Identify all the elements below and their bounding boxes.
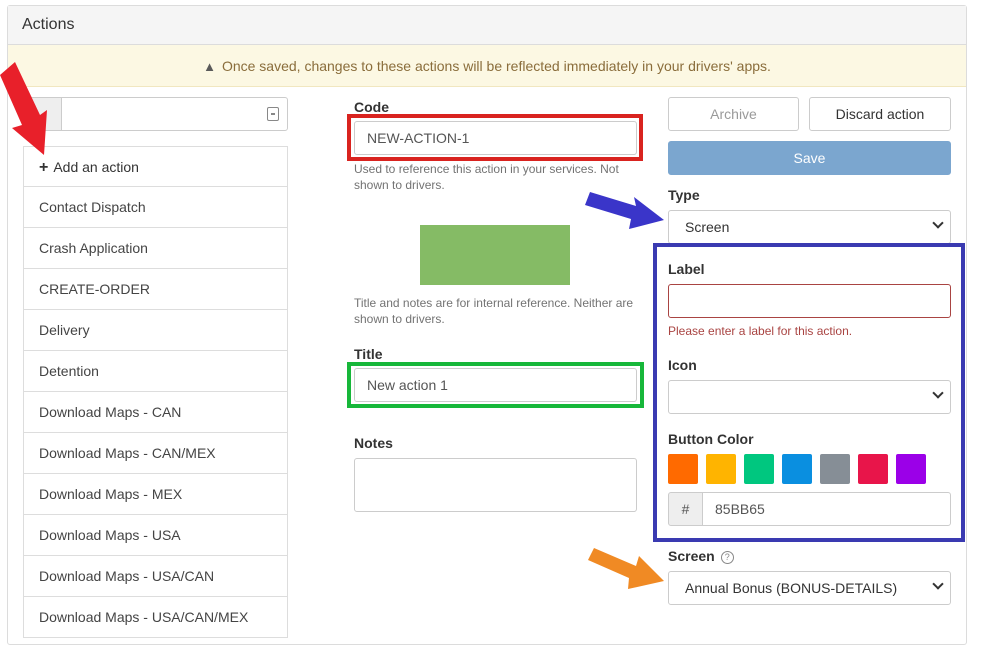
title-input[interactable]: New action 1 [354, 368, 637, 402]
screen-select[interactable]: Annual Bonus (BONUS-DETAILS) [668, 571, 951, 605]
color-swatch-yellow[interactable] [706, 454, 736, 484]
chevron-down-icon [932, 217, 944, 229]
color-swatch-orange[interactable] [668, 454, 698, 484]
color-swatch-green[interactable] [744, 454, 774, 484]
list-item[interactable]: Download Maps - USA/CAN/MEX [23, 597, 288, 638]
action-list: + Add an action Contact Dispatch Crash Ap… [23, 146, 288, 638]
label-input[interactable] [668, 284, 951, 318]
chevron-down-icon [932, 578, 944, 590]
color-swatch-blue[interactable] [782, 454, 812, 484]
label-label: Label [668, 261, 705, 277]
add-action-item[interactable]: + Add an action [23, 146, 288, 187]
list-item[interactable]: Download Maps - MEX [23, 474, 288, 515]
list-item-label: Add an action [53, 159, 139, 175]
list-item[interactable]: Download Maps - CAN [23, 392, 288, 433]
hex-color-input[interactable]: 85BB65 [702, 492, 951, 526]
list-item[interactable]: Download Maps - USA/CAN [23, 556, 288, 597]
discard-action-button[interactable]: Discard action [809, 97, 951, 131]
code-input[interactable]: NEW-ACTION-1 [354, 121, 637, 155]
chevron-down-icon [932, 387, 944, 399]
panel-title: Actions [8, 6, 966, 45]
archive-button[interactable]: Archive [668, 97, 799, 131]
color-swatch-gray[interactable] [820, 454, 850, 484]
search-input[interactable] [62, 98, 259, 130]
plus-icon: + [39, 159, 49, 176]
list-item[interactable]: Detention [23, 351, 288, 392]
warning-icon: ▲ [203, 59, 216, 74]
save-button[interactable]: Save [668, 141, 951, 175]
notes-label: Notes [354, 435, 393, 451]
list-item[interactable]: Crash Application [23, 228, 288, 269]
icon-label: Icon [668, 357, 697, 373]
type-label: Type [668, 187, 700, 203]
save-warning-banner: ▲ Once saved, changes to these actions wi… [8, 45, 966, 87]
list-item[interactable]: Delivery [23, 310, 288, 351]
question-circle-icon[interactable]: ? [720, 551, 734, 564]
button-color-label: Button Color [668, 431, 754, 447]
title-label: Title [354, 346, 383, 362]
list-item[interactable]: Download Maps - CAN/MEX [23, 433, 288, 474]
code-help-text: Used to reference this action in your se… [354, 162, 619, 192]
notes-textarea[interactable] [354, 458, 637, 512]
list-item[interactable]: Download Maps - USA [23, 515, 288, 556]
action-search [24, 97, 288, 131]
list-item[interactable]: Contact Dispatch [23, 187, 288, 228]
warning-text: Once saved, changes to these actions wil… [221, 58, 771, 74]
screen-label-text: Screen [668, 548, 715, 564]
color-swatch-purple[interactable] [896, 454, 926, 484]
internal-help-text: Title and notes are for internal referen… [354, 296, 634, 326]
hex-prefix: # [668, 492, 703, 526]
type-select[interactable]: Screen [668, 210, 951, 244]
icon-select[interactable] [668, 380, 951, 414]
screen-label: Screen? [668, 548, 734, 564]
label-error-text: Please enter a label for this action. [668, 324, 853, 338]
search-addon [25, 98, 62, 130]
code-label: Code [354, 99, 389, 115]
color-preview [420, 225, 570, 285]
contact-card-icon [267, 107, 279, 121]
list-item[interactable]: CREATE-ORDER [23, 269, 288, 310]
screen-selected-value: Annual Bonus (BONUS-DETAILS) [685, 580, 898, 596]
type-selected-value: Screen [685, 219, 730, 235]
color-swatch-red[interactable] [858, 454, 888, 484]
